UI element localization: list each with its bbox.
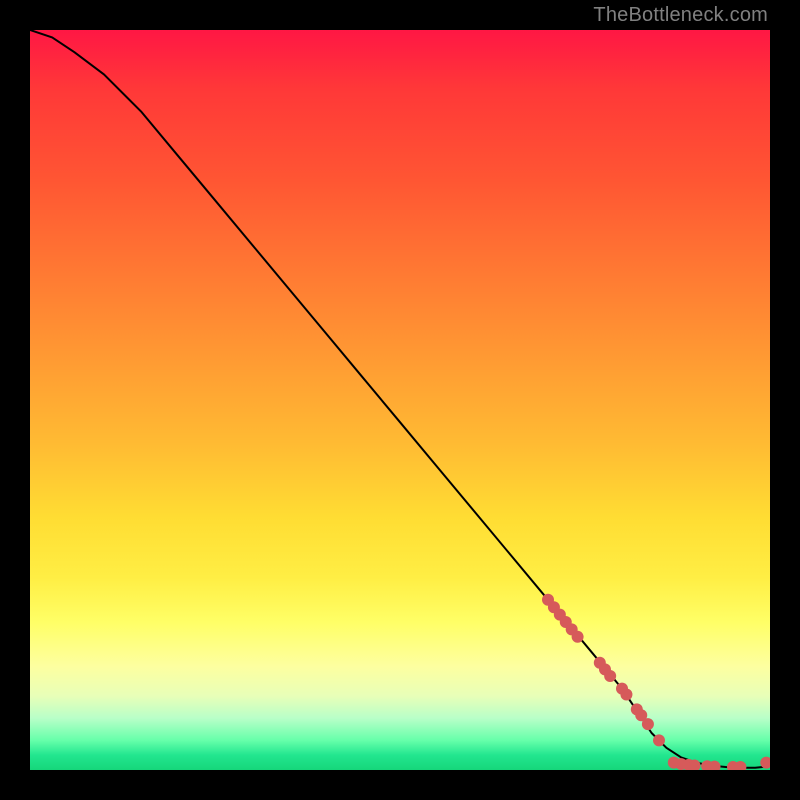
data-marker	[675, 758, 687, 770]
data-marker	[668, 757, 680, 769]
data-marker	[701, 760, 713, 770]
watermark-text: TheBottleneck.com	[593, 4, 768, 27]
data-marker	[709, 761, 721, 770]
data-marker	[560, 616, 572, 628]
data-marker	[604, 670, 616, 682]
data-marker	[689, 760, 701, 770]
data-marker	[566, 623, 578, 635]
plot-area	[30, 30, 770, 770]
data-marker	[760, 757, 770, 769]
data-marker	[683, 759, 695, 770]
data-marker	[548, 601, 560, 613]
chart-svg	[30, 30, 770, 770]
curve-path	[30, 30, 770, 768]
data-marker	[554, 609, 566, 621]
data-marker	[727, 761, 739, 770]
curve-line	[30, 30, 770, 768]
data-marker	[594, 657, 606, 669]
data-marker	[616, 683, 628, 695]
data-marker	[542, 594, 554, 606]
marker-group	[542, 594, 770, 770]
data-marker	[653, 734, 665, 746]
data-marker	[635, 709, 647, 721]
data-marker	[620, 689, 632, 701]
data-marker	[631, 703, 643, 715]
data-marker	[572, 631, 584, 643]
data-marker	[642, 718, 654, 730]
data-marker	[734, 761, 746, 770]
data-marker	[599, 663, 611, 675]
